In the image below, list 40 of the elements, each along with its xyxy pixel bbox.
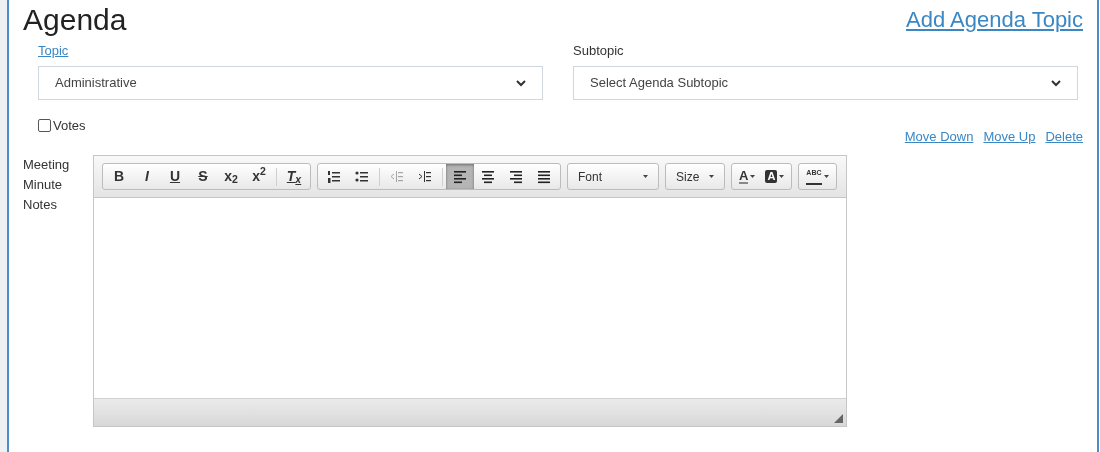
align-right-icon bbox=[509, 169, 523, 184]
topic-select[interactable]: Administrative bbox=[38, 66, 543, 100]
subtopic-select[interactable]: Select Agenda Subtopic bbox=[573, 66, 1078, 100]
chevron-down-icon bbox=[516, 79, 526, 87]
align-left-button[interactable] bbox=[446, 164, 474, 189]
subtopic-label: Subtopic bbox=[573, 42, 624, 60]
caret-icon bbox=[823, 175, 829, 178]
notes-label: Meeting Minute Notes bbox=[23, 156, 71, 214]
numbered-list-icon bbox=[327, 169, 341, 184]
dropdown-button[interactable]: Font bbox=[570, 164, 656, 189]
script-button[interactable]: x$_{2}$ bbox=[217, 164, 245, 189]
align-left-icon bbox=[453, 169, 467, 184]
indent-icon bbox=[418, 169, 432, 184]
caret-icon bbox=[709, 175, 714, 178]
bulleted-list-icon bbox=[355, 169, 369, 184]
topic-link[interactable]: Topic bbox=[38, 40, 69, 62]
add-agenda-topic-link[interactable]: Add Agenda Topic bbox=[906, 0, 1083, 40]
strikethrough-button[interactable]: S bbox=[189, 164, 217, 189]
clear-format-button[interactable]: T$_{x}$ bbox=[280, 164, 308, 189]
page-title: Agenda bbox=[23, 2, 127, 38]
chevron-down-icon bbox=[1051, 79, 1061, 87]
text-color-button[interactable]: A bbox=[734, 164, 761, 189]
background-color-button[interactable]: A bbox=[760, 164, 790, 189]
votes-checkbox[interactable] bbox=[38, 119, 51, 132]
dropdown-button[interactable]: Size bbox=[668, 164, 722, 189]
outdent-icon bbox=[390, 169, 404, 184]
underline-button[interactable]: U bbox=[161, 164, 189, 189]
action-link[interactable]: Move Down bbox=[904, 129, 974, 145]
caret-icon bbox=[779, 175, 785, 178]
italic-button[interactable]: I bbox=[133, 164, 161, 189]
caret-icon bbox=[643, 175, 648, 178]
script-button[interactable]: x$^{2}$ bbox=[245, 164, 273, 189]
action-link[interactable]: Delete bbox=[1045, 129, 1083, 145]
justify-icon bbox=[537, 169, 551, 184]
resize-grip-icon[interactable] bbox=[834, 414, 843, 423]
align-center-icon bbox=[481, 169, 495, 184]
bold-button[interactable]: B bbox=[105, 164, 133, 189]
action-link[interactable]: Move Up bbox=[983, 129, 1036, 145]
votes-label: Votes bbox=[53, 117, 86, 135]
caret-icon bbox=[750, 175, 756, 178]
